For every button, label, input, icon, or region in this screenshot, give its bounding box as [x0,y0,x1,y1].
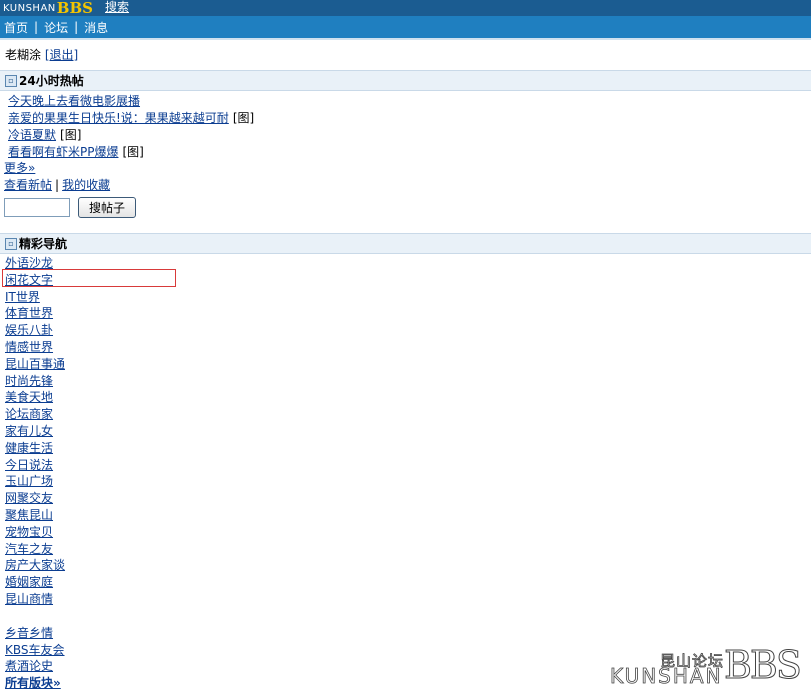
main-nav: 首页 | 论坛 | 消息 [0,16,811,38]
top-bar: KUNSHAN BBS 搜索 [0,0,811,16]
board-link[interactable]: 汽车之友 [5,542,53,556]
list-item: 今天晚上去看微电影展播 [8,93,254,110]
hot-post-link[interactable]: 亲爱的果果生日快乐!说：果果越来越可耐 [8,111,229,125]
logo-text: KUNSHAN [3,2,56,14]
board-link[interactable]: 房产大家谈 [5,558,65,572]
list-item: 汽车之友 [5,541,65,558]
quick-links: 查看新帖 | 我的收藏 [4,177,110,194]
list-item: 今日说法 [5,457,65,474]
hot-post-link[interactable]: 今天晚上去看微电影展播 [8,94,140,108]
list-item: 看看啊有虾米PP爆爆 [图] [8,144,254,161]
username: 老糊涂 [5,48,42,62]
all-boards-link[interactable]: 所有版块» [5,676,61,690]
nav-home[interactable]: 首页 [4,19,28,36]
watermark-bbs: BBS [724,643,803,687]
view-new-posts-link[interactable]: 查看新帖 [4,178,52,192]
board-link[interactable]: 家有儿女 [5,424,53,438]
board-link[interactable]: 美食天地 [5,390,53,404]
hot-posts-title: 24小时热帖 [19,74,84,88]
board-link[interactable]: 玉山广场 [5,474,53,488]
collapse-icon[interactable]: ▫ [5,237,17,250]
search-input[interactable] [4,198,70,217]
board-link[interactable]: 体育世界 [5,306,53,320]
board-link[interactable]: 时尚先锋 [5,374,53,388]
board-link[interactable]: 娱乐八卦 [5,323,53,337]
list-item: 房产大家谈 [5,557,65,574]
nav-messages[interactable]: 消息 [84,19,108,36]
list-item: 煮酒论史 [5,658,65,675]
image-tag: [图] [60,128,82,142]
list-item: 宠物宝贝 [5,524,65,541]
nav-forum[interactable]: 论坛 [44,19,68,36]
list-item: 网聚交友 [5,490,65,507]
board-link[interactable]: 外语沙龙 [5,256,53,270]
board-link[interactable]: 煮酒论史 [5,659,53,673]
list-item: 聚焦昆山 [5,507,65,524]
search-link[interactable]: 搜索 [105,0,129,14]
link-separator: | [55,178,60,192]
featured-nav-title: 精彩导航 [19,237,68,251]
board-link[interactable]: 聚焦昆山 [5,508,53,522]
logout-link[interactable]: [退出] [45,48,78,62]
list-item: 娱乐八卦 [5,322,65,339]
hot-posts-list: 今天晚上去看微电影展播 亲爱的果果生日快乐!说：果果越来越可耐 [图] 冷语夏默[… [8,93,254,161]
list-item: 情感世界 [5,339,65,356]
list-item: 健康生活 [5,440,65,457]
image-tag: [图] [122,145,144,159]
nav-separator: | [34,20,39,34]
board-link[interactable]: 情感世界 [5,340,53,354]
list-item: 论坛商家 [5,406,65,423]
list-item: 乡音乡情 [5,625,65,642]
board-link[interactable]: 昆山商情 [5,592,53,606]
watermark-kunshan: KUNSHAN [610,664,723,689]
nav-divider [0,38,811,40]
hot-post-link[interactable]: 冷语夏默 [8,128,56,142]
list-item: 亲爱的果果生日快乐!说：果果越来越可耐 [图] [8,110,254,127]
board-link[interactable]: 论坛商家 [5,407,53,421]
featured-nav-header: ▫ 精彩导航 [0,233,811,254]
board-link[interactable]: 健康生活 [5,441,53,455]
list-item: IT世界 [5,289,65,306]
list-item: 玉山广场 [5,473,65,490]
list-item: 体育世界 [5,305,65,322]
list-item: 所有版块» [5,675,65,692]
board-link[interactable]: 宠物宝贝 [5,525,53,539]
list-item: 美食天地 [5,389,65,406]
list-item: 昆山百事通 [5,356,65,373]
list-item: 昆山商情 [5,591,65,608]
my-favorites-link[interactable]: 我的收藏 [62,178,110,192]
hot-posts-header: ▫ 24小时热帖 [0,70,811,91]
board-link[interactable]: 婚姻家庭 [5,575,53,589]
list-item: 时尚先锋 [5,373,65,390]
user-line: 老糊涂 [退出] [5,46,78,63]
board-link[interactable]: KBS车友会 [5,643,65,657]
logo-mark: BBS [56,0,93,17]
list-item: 家有儿女 [5,423,65,440]
board-link[interactable]: 今日说法 [5,458,53,472]
list-item: KBS车友会 [5,642,65,659]
collapse-icon[interactable]: ▫ [5,74,17,87]
featured-nav-list: 外语沙龙 闲花文字 IT世界 体育世界 娱乐八卦 情感世界 昆山百事通 时尚先锋… [5,255,65,692]
site-logo[interactable]: KUNSHAN BBS [3,0,93,16]
selection-highlight [2,269,176,287]
board-link[interactable]: 网聚交友 [5,491,53,505]
image-tag: [图] [232,111,255,125]
board-link[interactable]: IT世界 [5,290,40,304]
board-link[interactable]: 乡音乡情 [5,626,53,640]
board-link[interactable]: 昆山百事通 [5,357,65,371]
search-posts-button[interactable]: 搜帖子 [78,197,136,218]
hot-post-link[interactable]: 看看啊有虾米PP爆爆 [8,145,118,159]
more-hot-link[interactable]: 更多» [4,160,35,177]
list-item: 婚姻家庭 [5,574,65,591]
list-item: 冷语夏默 [图] [8,127,254,144]
nav-separator: | [74,20,79,34]
